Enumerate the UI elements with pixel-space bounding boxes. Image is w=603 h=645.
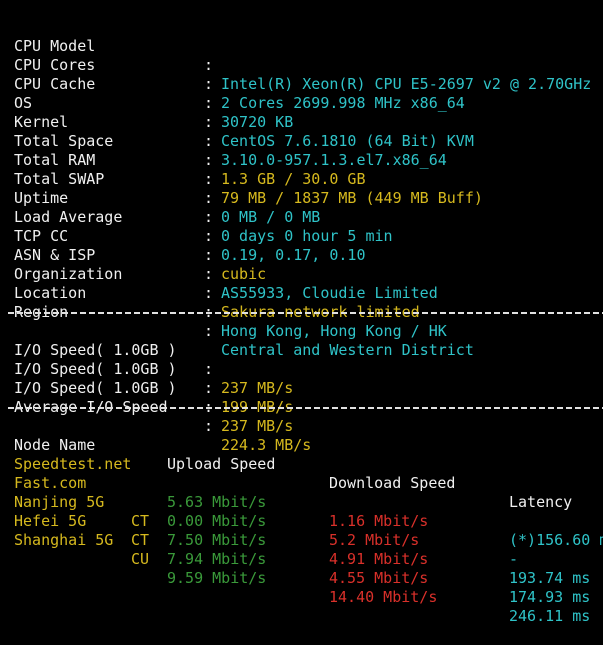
info-row-total-space: Total Space : 1.3 GB / 30.0 GB bbox=[0, 113, 603, 188]
io-row: I/O Speed( 1.0GB ) : 237 MB/s bbox=[0, 360, 603, 435]
latency: 193.74 ms bbox=[509, 569, 591, 587]
info-row-cpu-cores: CPU Cores : 2 Cores 2699.998 MHz x86_64 bbox=[0, 37, 603, 112]
download-speed: 5.2 Mbit/s bbox=[329, 531, 420, 549]
info-row-kernel: Kernel : 3.10.0-957.1.3.el7.x86_64 bbox=[0, 94, 603, 169]
speedtest-row: Shanghai 5G CU 9.59 Mbit/s 14.40 Mbit/s … bbox=[0, 512, 603, 625]
latency: (*)156.60 m bbox=[509, 531, 603, 549]
info-row-uptime: Uptime : 0 days 0 hour 5 min bbox=[0, 170, 603, 245]
download-speed: 4.55 Mbit/s bbox=[329, 569, 429, 587]
download-speed: 4.91 Mbit/s bbox=[329, 550, 429, 568]
info-row-os: OS : CentOS 7.6.1810 (64 Bit) KVM bbox=[0, 75, 603, 150]
terminal-window: CPU Model : Intel(R) Xeon(R) CPU E5-2697… bbox=[0, 0, 603, 625]
dashed-divider bbox=[8, 407, 603, 409]
io-row: I/O Speed( 1.0GB ) : 199 MB/s bbox=[0, 341, 603, 416]
info-row-total-ram: Total RAM : 79 MB / 1837 MB (449 MB Buff… bbox=[0, 132, 603, 207]
latency: 174.93 ms bbox=[509, 588, 591, 606]
speedtest-row: Nanjing 5G CT 7.50 Mbit/s 4.91 Mbit/s 19… bbox=[0, 474, 603, 587]
node-isp: CU bbox=[131, 550, 150, 568]
download-speed: 14.40 Mbit/s bbox=[329, 588, 438, 606]
speedtest-row: Fast.com 0.00 Mbit/s 5.2 Mbit/s - bbox=[0, 455, 603, 568]
node-name: Shanghai 5G bbox=[14, 531, 114, 549]
info-row-asn-isp: ASN & ISP : AS55933, Cloudie Limited bbox=[0, 227, 603, 302]
info-row-organization: Organization : Sakura network limited bbox=[0, 246, 603, 321]
dashed-divider bbox=[8, 312, 603, 314]
upload-speed: 9.59 Mbit/s bbox=[167, 569, 267, 587]
speedtest-row: Hefei 5G CT 7.94 Mbit/s 4.55 Mbit/s 174.… bbox=[0, 493, 603, 606]
latency: - bbox=[509, 550, 519, 568]
info-row-cpu-cache: CPU Cache : 30720 KB bbox=[0, 56, 603, 131]
info-row-tcp-cc: TCP CC : cubic bbox=[0, 208, 603, 283]
info-row-location: Location : Hong Kong, Hong Kong / HK bbox=[0, 265, 603, 340]
latency: 246.11 ms bbox=[509, 607, 591, 625]
node-isp: CT bbox=[131, 531, 150, 549]
info-row-region: Region : Central and Western District bbox=[0, 284, 603, 359]
info-row-total-swap: Total SWAP : 0 MB / 0 MB bbox=[0, 151, 603, 226]
upload-speed: 7.94 Mbit/s bbox=[167, 550, 267, 568]
speedtest-row: Speedtest.net 5.63 Mbit/s 1.16 Mbit/s (*… bbox=[0, 436, 603, 549]
upload-speed: 7.50 Mbit/s bbox=[167, 531, 267, 549]
io-row-average: Average I/O Speed : 224.3 MB/s bbox=[0, 379, 603, 454]
io-row: I/O Speed( 1.0GB ) : 237 MB/s bbox=[0, 322, 603, 397]
info-row-load-average: Load Average : 0.19, 0.17, 0.10 bbox=[0, 189, 603, 264]
info-row-cpu-model: CPU Model : Intel(R) Xeon(R) CPU E5-2697… bbox=[0, 18, 603, 93]
speedtest-header: Node Name Upload Speed Download Speed La… bbox=[0, 417, 603, 511]
